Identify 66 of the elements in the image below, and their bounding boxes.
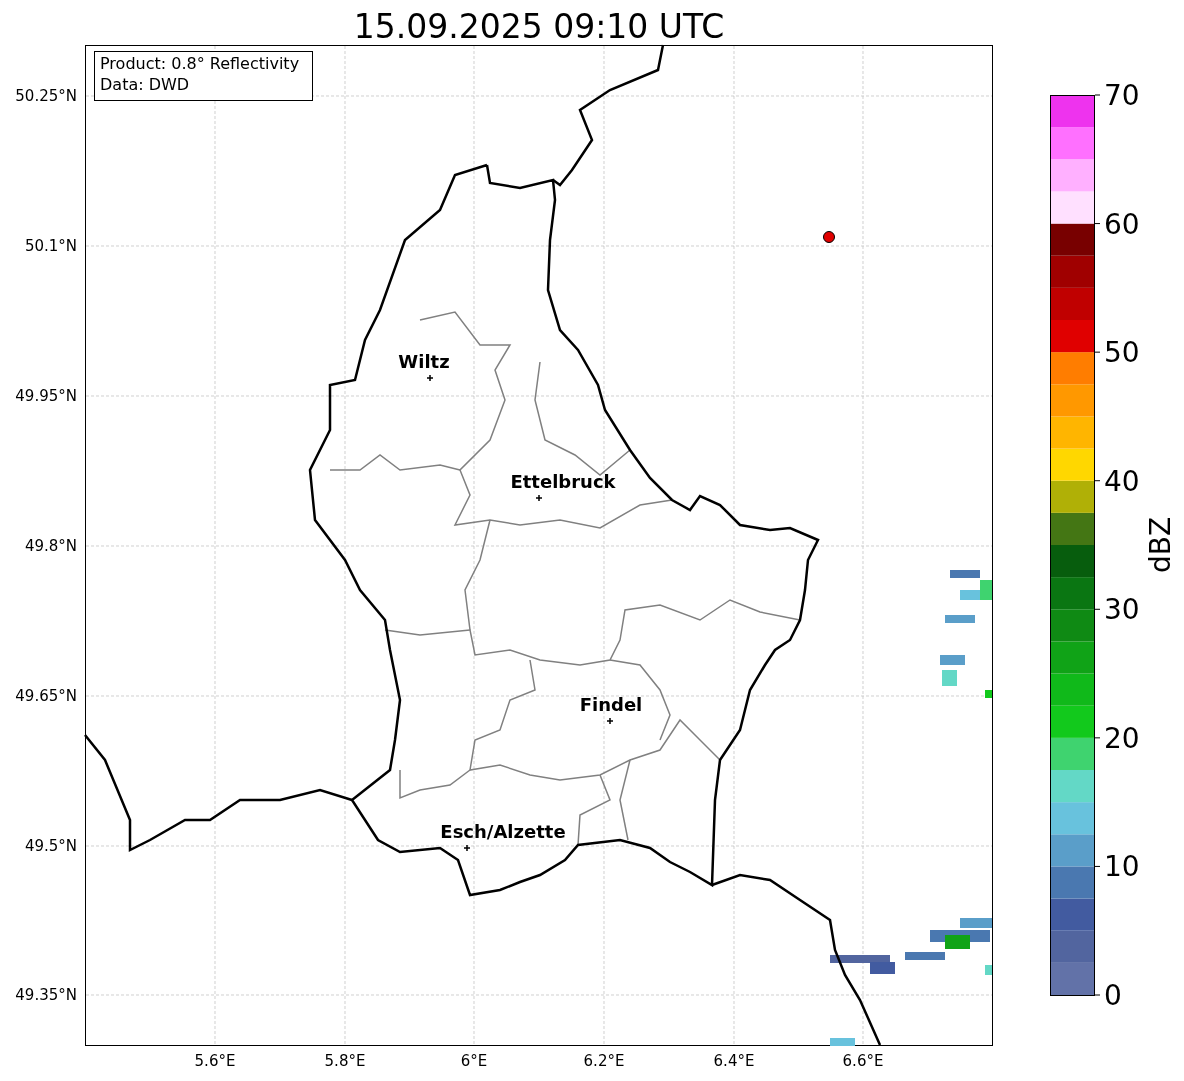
city-label: Esch/Alzette bbox=[440, 821, 566, 842]
longitude-label: 5.8°E bbox=[324, 1052, 366, 1070]
colorbar-label: dBZ bbox=[1144, 516, 1177, 574]
colorbar-tick-label: 20 bbox=[1104, 721, 1140, 755]
tick-mark bbox=[1094, 865, 1101, 867]
colorbar-tick-label: 30 bbox=[1104, 593, 1140, 627]
color-band bbox=[1050, 320, 1095, 353]
info-text: Data: DWD bbox=[100, 75, 190, 94]
colorbar-tick-label: 10 bbox=[1104, 850, 1140, 884]
info-text: Product: 0.8° Reflectivity bbox=[100, 54, 300, 73]
longitude-label: 6.4°E bbox=[713, 1052, 755, 1070]
color-band bbox=[1050, 127, 1095, 160]
latitude-label: 49.35°N bbox=[15, 986, 77, 1004]
radar-echo bbox=[985, 965, 992, 975]
city-label: Findel bbox=[579, 694, 643, 715]
tick-mark bbox=[1094, 351, 1101, 353]
radar-echo bbox=[830, 1038, 855, 1046]
latitude-label: 49.65°N bbox=[15, 687, 77, 705]
radar-echo bbox=[940, 655, 965, 665]
color-band bbox=[1050, 352, 1095, 385]
tick-mark bbox=[1094, 223, 1101, 225]
color-band bbox=[1050, 545, 1095, 578]
color-band bbox=[1050, 834, 1095, 867]
latitude-label: 49.5°N bbox=[24, 837, 77, 855]
tick-mark bbox=[1094, 480, 1101, 482]
color-band bbox=[1050, 384, 1095, 417]
color-band bbox=[1050, 770, 1095, 803]
map-title: 15.09.2025 09:10 UTC bbox=[353, 7, 725, 46]
city-marker-icon bbox=[535, 494, 543, 502]
tick-mark bbox=[1094, 737, 1101, 739]
longitude-label: 6°E bbox=[460, 1052, 488, 1070]
latitude-label: 50.1°N bbox=[24, 237, 77, 255]
color-band bbox=[1050, 577, 1095, 610]
latitude-label: 49.95°N bbox=[15, 387, 77, 405]
color-band bbox=[1050, 802, 1095, 835]
tick-mark bbox=[1094, 608, 1101, 610]
longitude-label: 5.6°E bbox=[194, 1052, 236, 1070]
tick-mark bbox=[1094, 994, 1101, 996]
radar-echo bbox=[945, 615, 975, 623]
city-label: Wiltz bbox=[398, 351, 450, 372]
color-band bbox=[1050, 416, 1095, 449]
color-band bbox=[1050, 159, 1095, 192]
color-band bbox=[1050, 191, 1095, 224]
colorbar-tick-label: 0 bbox=[1104, 979, 1122, 1012]
colorbar-tick-label: 60 bbox=[1104, 207, 1140, 241]
longitude-label: 6.2°E bbox=[583, 1052, 625, 1070]
color-band bbox=[1050, 609, 1095, 642]
city-marker-icon bbox=[426, 374, 434, 382]
longitude-label: 6.6°E bbox=[842, 1052, 884, 1070]
latitude-label: 49.8°N bbox=[24, 537, 77, 555]
tick-mark bbox=[1094, 94, 1101, 96]
color-band bbox=[1050, 641, 1095, 674]
latitude-label: 50.25°N bbox=[15, 87, 77, 105]
colorbar-tick-label: 50 bbox=[1104, 336, 1140, 370]
city-label: Ettelbruck bbox=[510, 471, 616, 492]
radar-echo bbox=[950, 570, 980, 578]
radar-echo bbox=[960, 918, 992, 928]
color-band bbox=[1050, 866, 1095, 899]
colorbar-tick-label: 40 bbox=[1104, 464, 1140, 498]
city-marker-icon bbox=[463, 844, 471, 852]
colorbar-tick-label: 70 bbox=[1104, 79, 1140, 112]
radar-echo bbox=[942, 670, 957, 686]
radar-echo bbox=[905, 952, 945, 960]
location-marker bbox=[823, 231, 835, 243]
city-marker-icon bbox=[606, 717, 614, 725]
radar-echo bbox=[985, 690, 992, 698]
